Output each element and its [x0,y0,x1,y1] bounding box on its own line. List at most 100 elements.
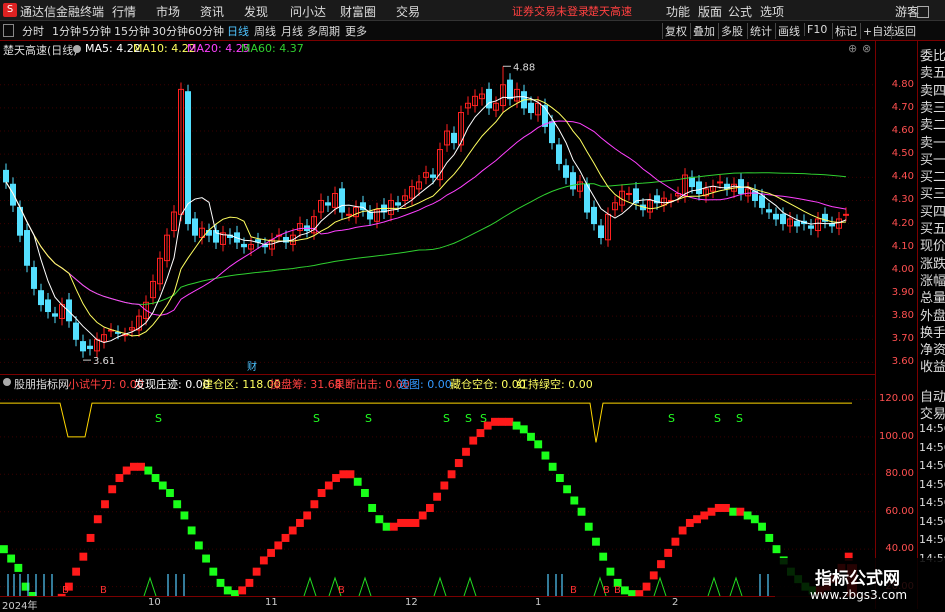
ind-step-53 [382,522,391,531]
ind-step-0 [0,545,8,554]
ind-step-96 [693,515,701,524]
ind-step-56 [404,518,413,527]
toolbar-button-6[interactable]: 标记 [832,23,859,39]
period-tab-2[interactable]: 5分钟 [82,23,111,39]
price-tick-5: 4.30 [891,194,914,206]
candle-body-85 [598,225,604,238]
indicator-tick-0: 120.00 [879,393,914,405]
settings-dot-icon[interactable] [73,45,81,53]
candle-body-108 [759,195,765,208]
price-axis: 4.80 4.70 4.60 4.50 4.40 4.30 4.20 4.10 4.00 3.90… [875,41,918,609]
period-tab-4[interactable]: 30分钟 [152,23,188,39]
ind-step-77 [555,474,564,483]
toolbar-button-4[interactable]: 画线 [775,23,802,39]
ind-step-105 [758,522,766,531]
zoom-icon[interactable]: ⊕ [848,42,857,55]
indicator-bar: 股朋指标网 小试牛刀: 0.00 发现庄迹: 0.00 建仓区: 118.00 操盘筹… [0,374,875,391]
indicator-chart[interactable]: S S S S S S S S SB B B B B B [0,390,875,596]
buy-triangle-1 [303,576,317,596]
indicator-settings-icon[interactable] [3,378,11,386]
buy-triangle-8 [707,576,721,596]
period-tab-3[interactable]: 15分钟 [114,23,150,39]
ind-step-103 [743,511,752,520]
panel-toggle-icon[interactable] [3,24,14,37]
login-warning[interactable]: 证券交易未登录 [512,3,589,19]
toolbar-button-3[interactable]: 统计 [747,23,774,39]
toolbar-button-8[interactable]: 返回 [891,23,918,39]
period-tab-8[interactable]: 月线 [281,23,303,39]
candle-body-7 [52,313,58,317]
high-mark-label: 4.88 [513,62,535,73]
price-tick-12: 3.60 [891,356,914,368]
menu-item-4[interactable]: 问小达 [290,3,326,20]
period-tab-6[interactable]: 日线 [227,23,249,39]
close-panel-icon[interactable]: ⊗ [862,42,871,55]
ind-step-75 [541,451,550,460]
ind-step-49 [353,477,362,486]
window-control-icon[interactable] [917,6,929,18]
ind-step-80 [577,507,586,516]
quote-label-8: 买三 [920,187,945,203]
candle-body-78 [549,121,555,144]
ind-step-10 [72,567,81,576]
menu-item-5[interactable]: 财富圈 [340,3,376,20]
ind-step-2 [14,563,23,572]
ma20-line [5,120,847,316]
ind-step-47 [339,470,348,479]
candle-body-80 [563,165,569,178]
menu-right-0[interactable]: 功能 [666,3,690,20]
ind-step-29 [209,567,218,576]
menu-bar: S 通达信金融终端 行情 市场 资讯 发现 问小达 财富圈 交易 证券交易未登录 楚天高速 … [0,0,945,21]
date-label-1: 10 [148,597,161,608]
menu-right-2[interactable]: 公式 [728,3,752,20]
menu-item-0[interactable]: 行情 [112,3,136,20]
menu-item-6[interactable]: 交易 [396,3,420,20]
price-tick-0: 4.80 [891,78,914,90]
ind-step-98 [707,507,716,516]
candlestick-chart[interactable]: 4.88 3.61 财 [0,57,875,374]
ind-step-37 [267,548,275,557]
ind-step-44 [317,489,326,497]
stock-name-warning: 楚天高速 [588,5,632,18]
candle-body-6 [45,299,51,313]
quote-panel: 委比 卖五 卖四 卖三 卖二 卖一 买一 买二 买三 买四 买五 现价 涨跌 涨幅 总量 外盘 换手 净资 收益 自… [917,41,945,609]
menu-right-4[interactable]: 游客 [895,3,919,20]
ind-step-64 [462,447,470,456]
period-tab-1[interactable]: 1分钟 [52,23,81,39]
candle-body-115 [808,225,814,229]
ind-step-73 [527,432,535,441]
period-tab-0[interactable]: 分时 [22,23,44,39]
toolbar-button-5[interactable]: F10 [804,23,829,36]
toolbar-button-0[interactable]: 复权 [662,23,689,39]
period-tab-7[interactable]: 周线 [254,23,276,39]
quote-label-16: 换手 [920,325,945,341]
candle-body-11 [80,341,86,352]
ma60-line [5,172,847,305]
menu-right-1[interactable]: 版面 [698,3,722,20]
ind-step-71 [512,421,521,430]
watermark-url: www.zbgs3.com [810,588,908,602]
menu-item-2[interactable]: 资讯 [200,3,224,20]
ind-step-60 [433,492,442,501]
period-tab-10[interactable]: 更多 [345,23,367,39]
period-tab-5[interactable]: 60分钟 [188,23,224,39]
period-tab-9[interactable]: 多周期 [307,23,340,39]
buy-triangle-5 [463,576,477,596]
menu-right-3[interactable]: 选项 [760,3,784,20]
sell-signal-3: S [443,412,450,425]
candle-body-0 [3,169,9,183]
ind-step-104 [750,515,759,524]
menu-item-3[interactable]: 发现 [244,3,268,20]
menu-item-1[interactable]: 市场 [156,3,180,20]
watermark-title: 指标公式网 [815,569,900,589]
ind-step-70 [505,417,514,426]
indicator-tick-2: 80.00 [885,468,914,480]
auto-trade-label-1[interactable]: 交易 [920,403,945,422]
ind-step-89 [642,582,651,591]
quote-label-12: 涨跌 [920,256,945,272]
candle-body-61 [430,174,436,178]
ind-step-11 [79,552,88,561]
toolbar-button-2[interactable]: 多股 [718,23,745,39]
toolbar-button-1[interactable]: 叠加 [690,23,717,39]
buy-signal-1: B [100,585,107,596]
